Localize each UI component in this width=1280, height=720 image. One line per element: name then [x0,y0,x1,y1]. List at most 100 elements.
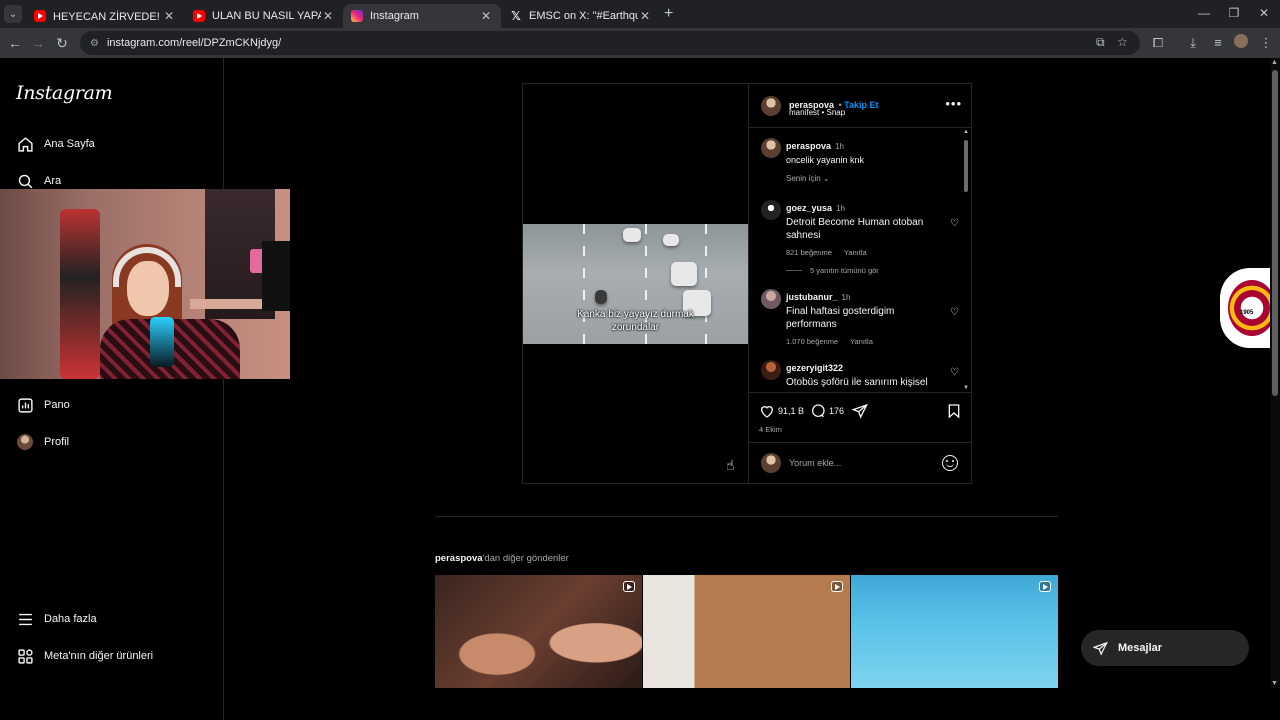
reel-icon [1039,581,1051,592]
x-icon: 𝕏 [511,9,521,23]
related-post-thumbnail[interactable] [435,575,642,688]
close-icon[interactable]: ✕ [638,9,652,23]
related-post-thumbnail[interactable] [643,575,850,688]
browser-tab[interactable]: ULAN BU NASIL YAPAY ZEKA - Y ✕ [185,4,343,28]
profile-avatar[interactable] [1234,34,1248,48]
scroll-down-icon[interactable]: ▼ [1271,680,1278,687]
follow-button[interactable]: Takip Et [844,100,878,110]
like-comment-heart-icon[interactable]: ♡ [950,367,959,378]
avatar[interactable] [761,96,781,116]
comment-button[interactable]: 176 [810,403,844,419]
download-icon[interactable]: ⤓ [1185,35,1201,51]
comment-username[interactable]: peraspova [786,141,831,151]
reel-icon [623,581,635,592]
nav-label: Pano [44,399,70,411]
more-options-icon[interactable]: ••• [945,96,962,111]
media-control-icon[interactable]: ≡ [1210,35,1226,50]
avatar [17,434,33,450]
scroll-down-icon[interactable]: ▼ [963,385,969,391]
save-button[interactable] [946,403,965,419]
nav-home[interactable]: Ana Sayfa [16,132,95,156]
minimize-icon[interactable]: — [1197,6,1211,20]
car [663,234,679,246]
instagram-logo[interactable]: Instagram [16,82,113,104]
browser-toolbar: ← → ↻ ⚙ instagram.com/reel/DPZmCKNjdyg/ … [0,28,1280,58]
video-frame: Kanka biz yayayız durmak zorundalar [523,224,748,344]
browser-tab-active[interactable]: Instagram ✕ [343,4,501,28]
avatar[interactable] [761,200,781,220]
close-icon[interactable]: ✕ [321,9,335,23]
comments-list: peraspova 1h oncelik yayanin knk Senin iç… [749,128,972,392]
nav-label: Meta'nın diğer ürünleri [44,650,154,662]
view-replies-button[interactable]: 5 yanıtın tümünü gör [786,266,879,275]
tab-search-button[interactable]: ⌄ [4,5,22,23]
bookmark-star-icon[interactable]: ☆ [1117,35,1128,49]
browser-tab[interactable]: HEYECAN ZİRVEDE! 🔥 | PMSL ✕ [26,4,184,28]
share-button[interactable] [852,403,871,419]
related-post-thumbnail[interactable] [851,575,1058,688]
more-posts-user[interactable]: peraspova [435,553,483,564]
scroll-thumb[interactable] [964,140,968,192]
pedestrian [595,290,607,304]
comment-likes[interactable]: 1.070 beğenme [786,337,838,346]
close-icon[interactable]: ✕ [479,9,493,23]
forward-icon[interactable]: → [30,35,46,51]
microphone [150,317,174,367]
install-app-icon[interactable]: ⧉ [1096,35,1105,50]
back-icon[interactable]: ← [7,35,23,51]
post-header: peraspova • Takip Et manifest • Snap ••• [749,84,972,128]
browser-tab[interactable]: 𝕏 EMSC on X: "#Earthquake (#dep ✕ [502,4,660,28]
comment-likes[interactable]: 821 beğenme [786,248,832,257]
nav-more[interactable]: Daha fazla [16,607,97,631]
car [671,262,697,286]
comments-scrollbar[interactable]: ▲ ▼ [963,128,969,392]
reload-icon[interactable]: ↻ [54,35,70,52]
youtube-icon [193,10,205,22]
comment-sort-dropdown[interactable]: Senin için ⌄ [786,174,830,183]
youtube-icon [34,10,46,22]
comment-meta: 1.070 beğenme Yanıtla [786,337,941,346]
reply-button[interactable]: Yanıtla [844,248,867,257]
avatar[interactable] [761,138,781,158]
nav-meta-products[interactable]: Meta'nın diğer ürünleri [16,644,153,668]
messages-button[interactable]: Mesajlar [1081,630,1249,666]
nav-profile[interactable]: Profil [16,430,69,454]
comment-username[interactable]: gezeryigit322 [786,363,843,373]
scroll-up-icon[interactable]: ▲ [1271,59,1278,66]
caption-body: peraspova 1h oncelik yayanin knk [786,136,864,167]
tab-title: ULAN BU NASIL YAPAY ZEKA - Y [212,10,321,22]
nav-dashboard[interactable]: Pano [16,393,70,417]
reel-video[interactable]: Kanka biz yayayız durmak zorundalar ☝ [523,84,748,483]
new-tab-button[interactable]: + [664,5,673,23]
scroll-up-icon[interactable]: ▲ [963,129,969,135]
car [623,228,641,242]
comment-username[interactable]: justubanur_ [786,292,838,302]
nav-label: Daha fazla [44,613,97,625]
reply-button[interactable]: Yanıtla [850,337,873,346]
post-side-panel: peraspova • Takip Et manifest • Snap •••… [748,84,972,483]
like-button[interactable]: 91,1 B [759,403,804,419]
address-bar[interactable]: ⚙ instagram.com/reel/DPZmCKNjdyg/ ⧉ ☆ [80,31,1140,55]
heart-icon [760,406,774,418]
close-icon[interactable]: ✕ [162,9,176,23]
page-scrollbar[interactable]: ▲ ▼ [1270,58,1280,688]
like-comment-heart-icon[interactable]: ♡ [950,218,959,229]
instagram-sidebar: Instagram Ana Sayfa Ara Pano Profil Daha… [0,58,224,720]
avatar[interactable] [761,360,781,380]
emoji-icon[interactable] [942,455,958,471]
restore-icon[interactable]: ❐ [1227,6,1241,20]
comment-username[interactable]: goez_yusa [786,203,832,213]
scroll-thumb[interactable] [1272,70,1278,396]
reel-post: Kanka biz yayayız durmak zorundalar ☝ pe… [522,83,972,484]
avatar[interactable] [761,289,781,309]
like-comment-heart-icon[interactable]: ♡ [950,307,959,318]
dashboard-icon [16,396,34,414]
extensions-icon[interactable]: ⧠ [1150,35,1166,51]
audio-subtitle[interactable]: manifest • Snap [789,108,845,117]
add-comment-input[interactable]: Yorum ekle... [789,458,841,468]
chrome-menu-icon[interactable]: ⋮ [1258,35,1274,51]
like-count: 91,1 B [778,406,805,416]
comment-body: gezeryigit322 Otobüs şoförü ile sanırım … [786,358,946,389]
window-close-icon[interactable]: ✕ [1257,6,1271,20]
site-info-icon[interactable]: ⚙ [90,38,99,49]
